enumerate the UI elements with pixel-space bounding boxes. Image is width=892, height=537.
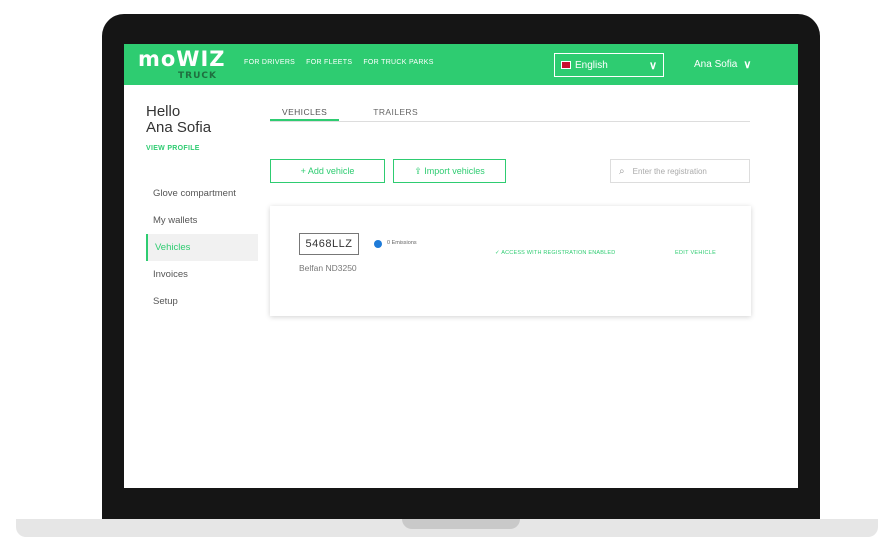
nav-link-drivers[interactable]: FOR DRIVERS bbox=[244, 59, 295, 66]
tab-bar: VEHICLES TRAILERS bbox=[270, 104, 750, 122]
language-label: English bbox=[575, 59, 608, 71]
sidebar-menu: Glove compartment My wallets Vehicles In… bbox=[146, 180, 258, 315]
user-menu[interactable]: Ana Sofia ∨ bbox=[694, 58, 751, 71]
search-icon: ⌕ bbox=[619, 165, 625, 177]
app-screen: moWIZ TRUCK FOR DRIVERS FOR FLEETS FOR T… bbox=[124, 44, 798, 488]
chevron-down-icon: ∨ bbox=[743, 59, 752, 71]
nav-link-fleets[interactable]: FOR FLEETS bbox=[306, 59, 352, 66]
tab-trailers[interactable]: TRAILERS bbox=[361, 104, 430, 121]
vehicle-card: 5468LLZ Belfan ND3250 0 Emissions ✓ ACCE… bbox=[270, 206, 751, 316]
tab-vehicles[interactable]: VEHICLES bbox=[270, 104, 340, 121]
language-select[interactable]: English ∨ bbox=[554, 53, 664, 77]
chevron-down-icon: ∨ bbox=[648, 59, 657, 72]
view-profile-link[interactable]: VIEW PROFILE bbox=[146, 145, 200, 152]
logo-subtitle: TRUCK bbox=[178, 71, 217, 81]
user-name: Ana Sofia bbox=[694, 59, 738, 70]
edit-vehicle-link[interactable]: EDIT VEHICLE bbox=[675, 250, 716, 256]
greeting: Hello Ana Sofia bbox=[146, 104, 211, 136]
top-navigation-bar: moWIZ TRUCK FOR DRIVERS FOR FLEETS FOR T… bbox=[124, 44, 798, 85]
search-placeholder: Enter the registration bbox=[632, 166, 707, 176]
greeting-hello: Hello bbox=[146, 103, 181, 120]
sidebar-item-my-wallets[interactable]: My wallets bbox=[146, 207, 258, 234]
registration-search-input[interactable]: ⌕ Enter the registration bbox=[610, 159, 750, 183]
greeting-user-name: Ana Sofia bbox=[146, 119, 212, 136]
sidebar-item-glove-compartment[interactable]: Glove compartment bbox=[146, 180, 258, 207]
nav-links: FOR DRIVERS FOR FLEETS FOR TRUCK PARKS bbox=[244, 59, 434, 66]
emission-status-dot bbox=[374, 240, 382, 248]
brand-logo[interactable]: moWIZ TRUCK bbox=[138, 47, 228, 83]
add-vehicle-button[interactable]: + Add vehicle bbox=[270, 159, 385, 183]
license-plate: 5468LLZ bbox=[299, 233, 359, 255]
sidebar-item-setup[interactable]: Setup bbox=[146, 288, 258, 315]
access-status-label: ACCESS WITH REGISTRATION ENABLED bbox=[501, 250, 616, 256]
logo-wordmark: moWIZ bbox=[138, 47, 226, 71]
import-vehicles-button[interactable]: ⇪ Import vehicles bbox=[393, 159, 506, 183]
vehicle-model: Belfan ND3250 bbox=[299, 263, 357, 273]
sidebar-item-vehicles[interactable]: Vehicles bbox=[146, 234, 258, 261]
access-status: ✓ ACCESS WITH REGISTRATION ENABLED bbox=[495, 250, 615, 256]
emission-label: 0 Emissions bbox=[387, 240, 417, 246]
uk-flag-icon bbox=[561, 61, 571, 69]
sidebar-item-invoices[interactable]: Invoices bbox=[146, 261, 258, 288]
laptop-notch bbox=[402, 519, 520, 529]
nav-link-truck-parks[interactable]: FOR TRUCK PARKS bbox=[363, 59, 433, 66]
